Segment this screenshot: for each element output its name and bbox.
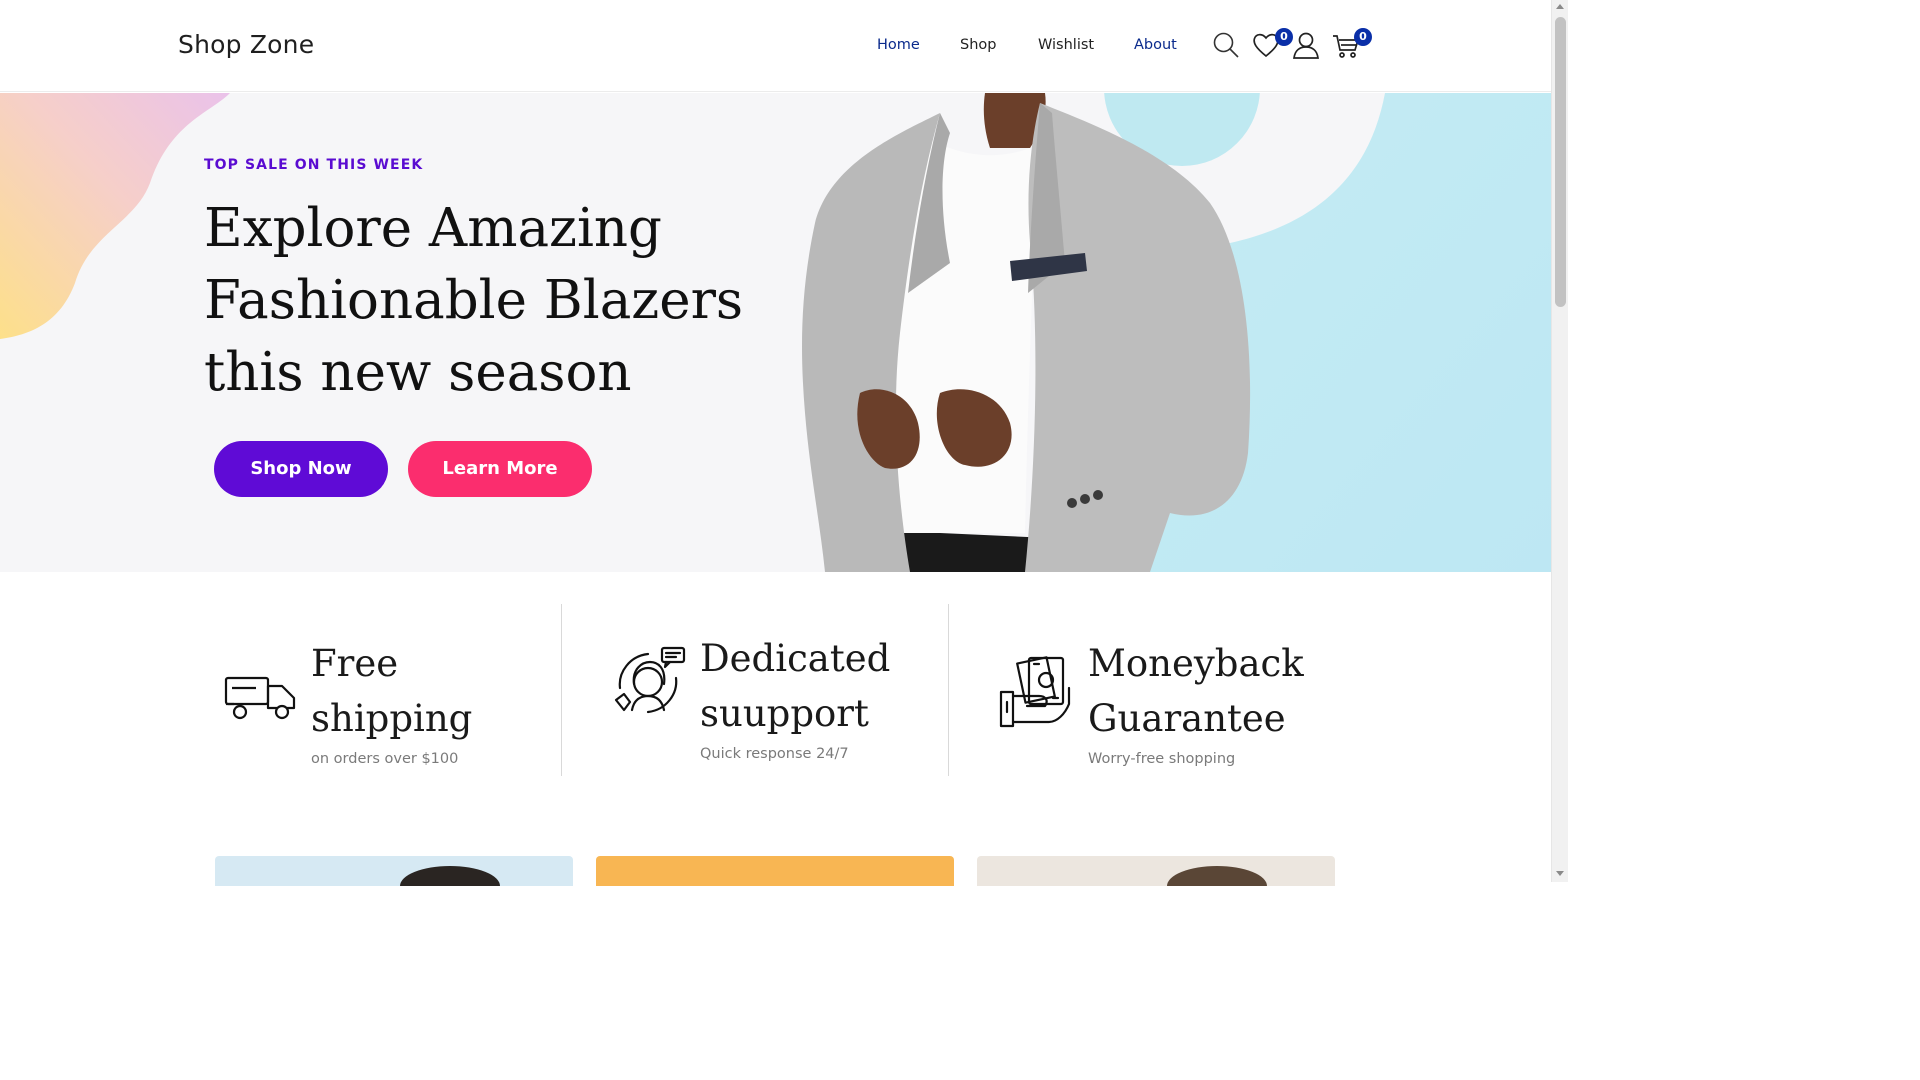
feature-title: Moneyback Guarantee (1088, 636, 1304, 746)
nav-about[interactable]: About (1134, 37, 1177, 53)
feature-subtitle: Worry-free shopping (1088, 751, 1236, 767)
money-hand-icon (999, 652, 1077, 730)
feature-title-line: shipping (311, 697, 473, 740)
product-card[interactable] (596, 856, 954, 886)
hero-headline-line-1: Explore Amazing (204, 198, 662, 259)
scroll-down-arrow-icon[interactable] (1556, 871, 1564, 876)
truck-icon (222, 656, 300, 734)
features-section: Free shipping on orders over $100 Dedica… (0, 572, 1551, 812)
feature-title-line: Guarantee (1088, 697, 1286, 740)
scrollbar-thumb[interactable] (1555, 17, 1566, 307)
hero-banner: TOP SALE ON THIS WEEK Explore Amazing Fa… (0, 93, 1551, 572)
scroll-up-arrow-icon[interactable] (1556, 4, 1564, 9)
feature-title: Dedicated suupport (700, 631, 890, 741)
feature-moneyback-guarantee: Moneyback Guarantee Worry-free shopping (948, 604, 1348, 776)
feature-title-line: Free (311, 642, 399, 685)
learn-more-button[interactable]: Learn More (408, 441, 592, 497)
hero-eyebrow: TOP SALE ON THIS WEEK (204, 157, 424, 173)
feature-subtitle: Quick response 24/7 (700, 746, 849, 762)
feature-title-line: Moneyback (1088, 642, 1304, 685)
nav-shop[interactable]: Shop (960, 37, 996, 53)
product-card[interactable] (215, 856, 573, 886)
feature-title-line: Dedicated (700, 637, 891, 680)
nav-home[interactable]: Home (877, 37, 920, 53)
feature-free-shipping: Free shipping on orders over $100 (214, 604, 560, 776)
search-icon[interactable] (1211, 30, 1241, 60)
feature-title: Free shipping (311, 636, 472, 746)
shop-now-button[interactable]: Shop Now (214, 441, 388, 497)
page-scrollbar[interactable] (1551, 0, 1568, 882)
hero-headline-line-3: this new season (204, 342, 632, 403)
nav-wishlist[interactable]: Wishlist (1038, 37, 1094, 53)
hero-headline-line-2: Fashionable Blazers (204, 270, 744, 331)
product-cards-row (0, 856, 1551, 886)
support-agent-icon (610, 644, 688, 722)
hero-model-image (802, 93, 1251, 572)
product-card[interactable] (977, 856, 1335, 886)
cart-count-badge: 0 (1354, 28, 1372, 46)
feature-subtitle: on orders over $100 (311, 751, 459, 767)
feature-dedicated-support: Dedicated suupport Quick response 24/7 (561, 604, 947, 776)
feature-title-line: suupport (700, 692, 869, 735)
user-icon[interactable] (1291, 30, 1321, 60)
site-header: Shop Zone Home Shop Wishlist About 0 0 (0, 0, 1551, 92)
product-image (400, 866, 500, 886)
hero-headline: Explore Amazing Fashionable Blazers this… (204, 193, 764, 409)
product-image (1167, 866, 1267, 886)
